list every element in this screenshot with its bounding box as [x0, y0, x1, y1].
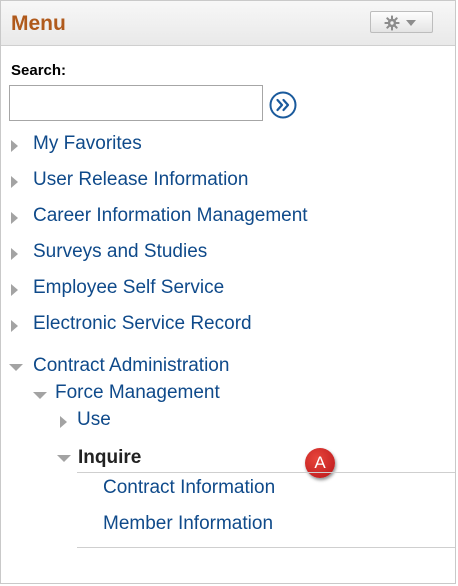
menu-item-user-release-information[interactable]: User Release Information: [33, 169, 248, 191]
triangle-right-icon: [60, 416, 67, 428]
caret-down-icon: [406, 20, 416, 26]
triangle-right-icon: [11, 248, 18, 260]
menu-title: Menu: [11, 12, 66, 35]
menu-item-career-information-management[interactable]: Career Information Management: [33, 205, 308, 227]
triangle-down-icon: [57, 455, 71, 462]
menu-header: Menu: [1, 1, 455, 46]
divider: [77, 547, 455, 548]
menu-folder-inquire[interactable]: Inquire: [78, 447, 141, 469]
callout-badge: A: [305, 448, 335, 478]
gear-icon: [384, 15, 416, 31]
divider: [77, 472, 455, 473]
menu-item-contract-information[interactable]: Contract Information: [103, 477, 275, 499]
triangle-down-icon: [9, 364, 23, 371]
triangle-right-icon: [11, 176, 18, 188]
menu-item-electronic-service-record[interactable]: Electronic Service Record: [33, 313, 252, 335]
menu-item-force-management[interactable]: Force Management: [55, 382, 220, 404]
triangle-right-icon: [11, 212, 18, 224]
double-chevron-right-icon[interactable]: [269, 91, 297, 119]
triangle-right-icon: [11, 140, 18, 152]
menu-item-my-favorites[interactable]: My Favorites: [33, 133, 142, 155]
menu-panel: Menu Search: My Favorites User Release I…: [0, 0, 456, 584]
menu-item-surveys-and-studies[interactable]: Surveys and Studies: [33, 241, 207, 263]
menu-item-use[interactable]: Use: [77, 409, 111, 431]
search-label: Search:: [11, 62, 67, 79]
menu-options-button[interactable]: [370, 11, 433, 33]
search-input[interactable]: [9, 85, 263, 121]
menu-item-member-information[interactable]: Member Information: [103, 513, 273, 535]
menu-item-contract-administration[interactable]: Contract Administration: [33, 355, 229, 377]
triangle-right-icon: [11, 320, 18, 332]
triangle-down-icon: [33, 392, 47, 399]
triangle-right-icon: [11, 284, 18, 296]
menu-item-employee-self-service[interactable]: Employee Self Service: [33, 277, 224, 299]
